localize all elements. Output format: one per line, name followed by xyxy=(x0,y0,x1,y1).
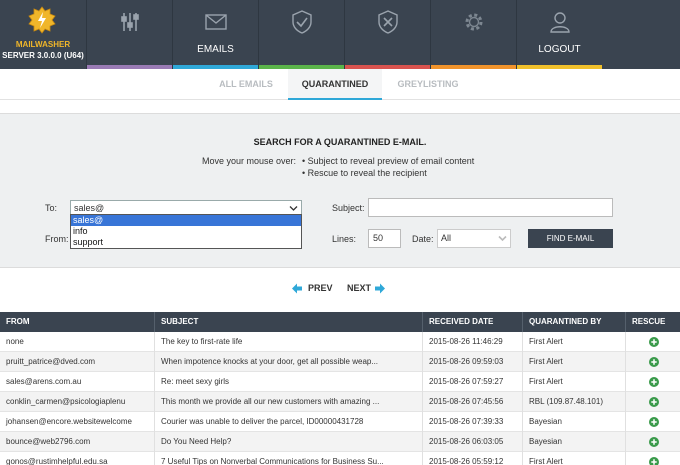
hint-rescue: • Rescue to reveal the recipient xyxy=(302,168,427,178)
hint-prefix: Move your mouse over: xyxy=(202,156,297,166)
rescue-plus-icon[interactable] xyxy=(649,337,659,347)
nav-item-settings[interactable] xyxy=(86,0,172,69)
cell-from: conklin_carmen@psicologiaplenu xyxy=(0,392,155,412)
tab-greylisting[interactable]: GREYLISTING xyxy=(384,69,472,100)
cell-subject[interactable]: Re: meet sexy girls xyxy=(155,372,423,392)
column-header-received-date[interactable]: RECEIVED DATE xyxy=(423,312,523,332)
cell-subject[interactable]: The key to first-rate life xyxy=(155,332,423,352)
shield-check-icon xyxy=(292,10,312,34)
nav-label-emails: EMAILS xyxy=(197,44,234,55)
sub-tabs: ALL EMAILS QUARANTINED GREYLISTING xyxy=(0,69,680,100)
cell-quarantined-by: First Alert xyxy=(523,332,626,352)
cell-from: none xyxy=(0,332,155,352)
top-navigation-bar: MAILWASHER SERVER 3.0.0.0 (U64) EMAILS L… xyxy=(0,0,680,69)
cell-received-date: 2015-08-26 07:39:33 xyxy=(423,412,523,432)
cell-quarantined-by: RBL (109.87.48.101) xyxy=(523,392,626,412)
subject-input[interactable] xyxy=(368,198,613,217)
next-arrow-icon[interactable] xyxy=(375,283,385,294)
chevron-down-icon xyxy=(289,206,298,211)
table-row[interactable]: bounce@web2796.com Do You Need Help? 2015-… xyxy=(0,432,680,452)
next-button[interactable]: NEXT xyxy=(347,283,371,293)
to-option-sales[interactable]: sales@ xyxy=(71,215,301,226)
nav-item-blacklist[interactable] xyxy=(344,0,430,69)
column-header-subject[interactable]: SUBJECT xyxy=(155,312,423,332)
cell-from: johansen@encore.websitewelcome xyxy=(0,412,155,432)
to-dropdown-list: sales@ info support xyxy=(70,214,302,249)
mailwasher-logo-icon xyxy=(28,6,56,34)
prev-button[interactable]: PREV xyxy=(308,283,333,293)
chevron-down-icon xyxy=(498,235,507,242)
cell-received-date: 2015-08-26 07:45:56 xyxy=(423,392,523,412)
cell-quarantined-by: Bayesian xyxy=(523,412,626,432)
prev-arrow-icon[interactable] xyxy=(292,283,302,294)
rescue-plus-icon[interactable] xyxy=(649,377,659,387)
gear-icon xyxy=(465,13,483,31)
tab-all-emails[interactable]: ALL EMAILS xyxy=(205,69,287,100)
cell-subject[interactable]: Do You Need Help? xyxy=(155,432,423,452)
cell-received-date: 2015-08-26 07:59:27 xyxy=(423,372,523,392)
brand[interactable]: MAILWASHER SERVER 3.0.0.0 (U64) xyxy=(0,0,86,69)
table-row[interactable]: sales@arens.com.au Re: meet sexy girls 201… xyxy=(0,372,680,392)
search-title: SEARCH FOR A QUARANTINED E-MAIL. xyxy=(253,137,427,147)
cell-received-date: 2015-08-26 06:03:05 xyxy=(423,432,523,452)
nav-item-settings-gear[interactable] xyxy=(430,0,516,69)
table-header: FROM SUBJECT RECEIVED DATE QUARANTINED B… xyxy=(0,312,680,332)
cell-quarantined-by: First Alert xyxy=(523,352,626,372)
hint-subject: • Subject to reveal preview of email con… xyxy=(302,156,475,166)
rescue-plus-icon[interactable] xyxy=(649,437,659,447)
cell-received-date: 2015-08-26 11:46:29 xyxy=(423,332,523,352)
to-option-support[interactable]: support xyxy=(71,237,301,248)
table-row[interactable]: none The key to first-rate life 2015-08-26… xyxy=(0,332,680,352)
envelope-icon xyxy=(205,14,227,30)
cell-received-date: 2015-08-26 05:59:12 xyxy=(423,452,523,465)
cell-from: gonos@rustimhelpful.edu.sa xyxy=(0,452,155,465)
to-select-value: sales@ xyxy=(74,203,105,213)
brand-version: SERVER 3.0.0.0 (U64) xyxy=(2,51,84,60)
cell-subject[interactable]: When impotence knocks at your door, get … xyxy=(155,352,423,372)
column-header-from[interactable]: FROM xyxy=(0,312,155,332)
settings-sliders-icon xyxy=(121,13,139,31)
cell-quarantined-by: Bayesian xyxy=(523,432,626,452)
subject-label: Subject: xyxy=(332,203,365,213)
nav-item-emails[interactable]: EMAILS xyxy=(172,0,258,69)
lines-input[interactable]: 50 xyxy=(368,229,401,248)
find-email-button[interactable]: FIND E-MAIL xyxy=(528,229,613,248)
to-option-info[interactable]: info xyxy=(71,226,301,237)
to-label: To: xyxy=(45,203,58,213)
lines-label: Lines: xyxy=(332,234,357,244)
cell-from: sales@arens.com.au xyxy=(0,372,155,392)
date-select[interactable]: All xyxy=(437,229,511,248)
from-label: From: xyxy=(45,234,69,244)
user-icon xyxy=(550,12,570,33)
nav-label-logout: LOGOUT xyxy=(538,44,581,55)
rescue-plus-icon[interactable] xyxy=(649,457,659,465)
rescue-plus-icon[interactable] xyxy=(649,417,659,427)
tab-quarantined[interactable]: QUARANTINED xyxy=(288,69,382,100)
date-label: Date: xyxy=(412,234,434,244)
table-row[interactable]: pruitt_patrice@dved.com When impotence kn… xyxy=(0,352,680,372)
cell-subject[interactable]: Courier was unable to deliver the parcel… xyxy=(155,412,423,432)
table-row[interactable]: johansen@encore.websitewelcome Courier wa… xyxy=(0,412,680,432)
cell-subject[interactable]: 7 Useful Tips on Nonverbal Communication… xyxy=(155,452,423,465)
column-header-quarantined-by[interactable]: QUARANTINED BY xyxy=(523,312,626,332)
cell-quarantined-by: First Alert xyxy=(523,452,626,465)
brand-name: MAILWASHER xyxy=(15,40,71,49)
cell-received-date: 2015-08-26 09:59:03 xyxy=(423,352,523,372)
table-row[interactable]: gonos@rustimhelpful.edu.sa 7 Useful Tips … xyxy=(0,452,680,465)
rescue-plus-icon[interactable] xyxy=(649,357,659,367)
rescue-plus-icon[interactable] xyxy=(649,397,659,407)
cell-from: bounce@web2796.com xyxy=(0,432,155,452)
date-select-value: All xyxy=(441,233,452,243)
nav-item-logout[interactable]: LOGOUT xyxy=(516,0,602,69)
cell-quarantined-by: First Alert xyxy=(523,372,626,392)
shield-x-icon xyxy=(378,10,398,34)
nav-item-whitelist[interactable] xyxy=(258,0,344,69)
column-header-rescue: RESCUE xyxy=(632,317,666,326)
table-row[interactable]: conklin_carmen@psicologiaplenu This month… xyxy=(0,392,680,412)
cell-subject[interactable]: This month we provide all our new custom… xyxy=(155,392,423,412)
cell-from: pruitt_patrice@dved.com xyxy=(0,352,155,372)
